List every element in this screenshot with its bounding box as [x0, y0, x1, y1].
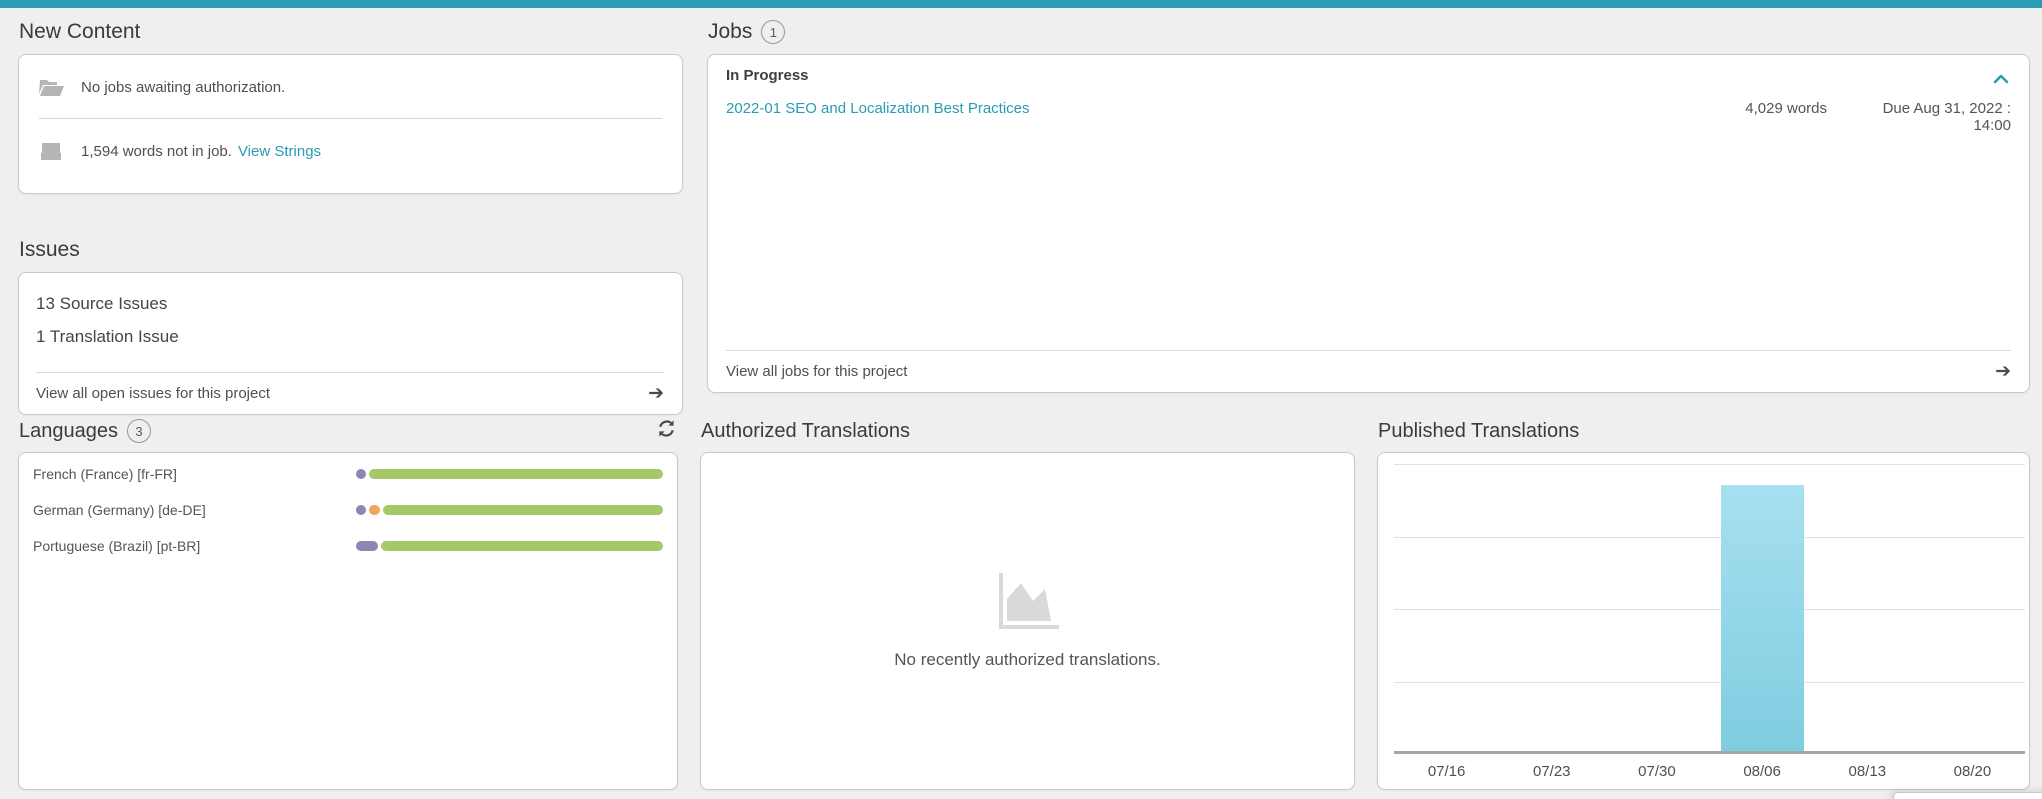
x-tick-label: 08/20 [1920, 763, 2025, 780]
published-translations-card: 07/16 07/23 07/30 08/06 08/13 08/20 [1377, 452, 2030, 790]
language-label: Portuguese (Brazil) [pt-BR] [33, 538, 356, 554]
job-name-link[interactable]: 2022-01 SEO and Localization Best Practi… [726, 100, 1745, 117]
words-not-in-job-text: 1,594 words not in job. [81, 143, 232, 160]
jobs-group-label: In Progress [726, 67, 2011, 84]
no-authorized-translations-text: No recently authorized translations. [894, 650, 1160, 670]
chart-x-labels: 07/16 07/23 07/30 08/06 08/13 08/20 [1394, 763, 2025, 780]
translation-issues-count[interactable]: 1 Translation Issue [36, 320, 664, 353]
top-accent-bar [0, 0, 2042, 8]
language-label: French (France) [fr-FR] [33, 466, 356, 482]
issues-card: 13 Source Issues 1 Translation Issue Vie… [18, 272, 683, 415]
chart-bar-08-06 [1721, 485, 1804, 751]
language-progress-bar [356, 505, 663, 515]
language-progress-bar [356, 469, 663, 479]
x-tick-label: 08/13 [1815, 763, 1920, 780]
issues-title: Issues [19, 239, 80, 261]
arrow-right-icon[interactable]: ➔ [648, 384, 664, 403]
new-content-section: New Content No jobs awaiting authorizati… [18, 8, 683, 194]
chart-x-axis [1394, 751, 2025, 754]
language-row-fr-FR[interactable]: French (France) [fr-FR] [33, 456, 663, 492]
view-strings-link[interactable]: View Strings [238, 143, 321, 160]
x-tick-label: 08/06 [1710, 763, 1815, 780]
languages-count-badge: 3 [127, 419, 151, 443]
source-issues-count[interactable]: 13 Source Issues [36, 287, 664, 320]
area-chart-placeholder-icon [997, 573, 1059, 636]
x-tick-label: 07/16 [1394, 763, 1499, 780]
language-progress-bar [356, 541, 663, 551]
no-jobs-awaiting-text: No jobs awaiting authorization. [81, 79, 285, 96]
languages-title: Languages [19, 421, 118, 441]
job-row: 2022-01 SEO and Localization Best Practi… [726, 100, 2011, 134]
published-translations-title: Published Translations [1378, 421, 1579, 441]
authorized-translations-card: No recently authorized translations. [700, 452, 1355, 790]
languages-card: French (France) [fr-FR] German (Germany)… [18, 452, 678, 790]
jobs-footer-link[interactable]: View all jobs for this project ➔ [726, 350, 2011, 392]
new-content-title: New Content [19, 21, 140, 43]
open-folder-icon [39, 76, 65, 98]
published-translations-section: Published Translations 07/16 07/23 07/30… [1377, 413, 2030, 790]
jobs-count-badge: 1 [761, 20, 785, 44]
issues-section: Issues 13 Source Issues 1 Translation Is… [18, 226, 683, 415]
refresh-icon[interactable] [657, 419, 676, 443]
jobs-section: Jobs 1 In Progress 2022-01 SEO and Local… [707, 8, 2030, 393]
card-divider [39, 118, 662, 119]
published-chart-plot [1394, 464, 2025, 754]
languages-section: Languages 3 French (France) [fr-FR] Germ… [18, 413, 678, 790]
job-word-count: 4,029 words [1745, 100, 1827, 117]
job-due-date: Due Aug 31, 2022 : 14:00 [1861, 100, 2011, 134]
x-tick-label: 07/30 [1604, 763, 1709, 780]
issues-footer-label: View all open issues for this project [36, 385, 270, 402]
jobs-footer-label: View all jobs for this project [726, 363, 907, 380]
chevron-up-icon[interactable] [1993, 71, 2009, 89]
language-row-pt-BR[interactable]: Portuguese (Brazil) [pt-BR] [33, 528, 663, 564]
jobs-title: Jobs [708, 21, 752, 43]
authorized-translations-title: Authorized Translations [701, 421, 910, 441]
bottom-right-popup [1893, 792, 2042, 799]
inbox-icon [39, 140, 65, 162]
arrow-right-icon[interactable]: ➔ [1995, 362, 2011, 381]
issues-footer-link[interactable]: View all open issues for this project ➔ [36, 372, 664, 414]
new-content-card: No jobs awaiting authorization. 1,594 wo… [18, 54, 683, 194]
language-row-de-DE[interactable]: German (Germany) [de-DE] [33, 492, 663, 528]
language-label: German (Germany) [de-DE] [33, 502, 356, 518]
authorized-translations-section: Authorized Translations No recently auth… [700, 413, 1355, 790]
jobs-card: In Progress 2022-01 SEO and Localization… [707, 54, 2030, 393]
x-tick-label: 07/23 [1499, 763, 1604, 780]
